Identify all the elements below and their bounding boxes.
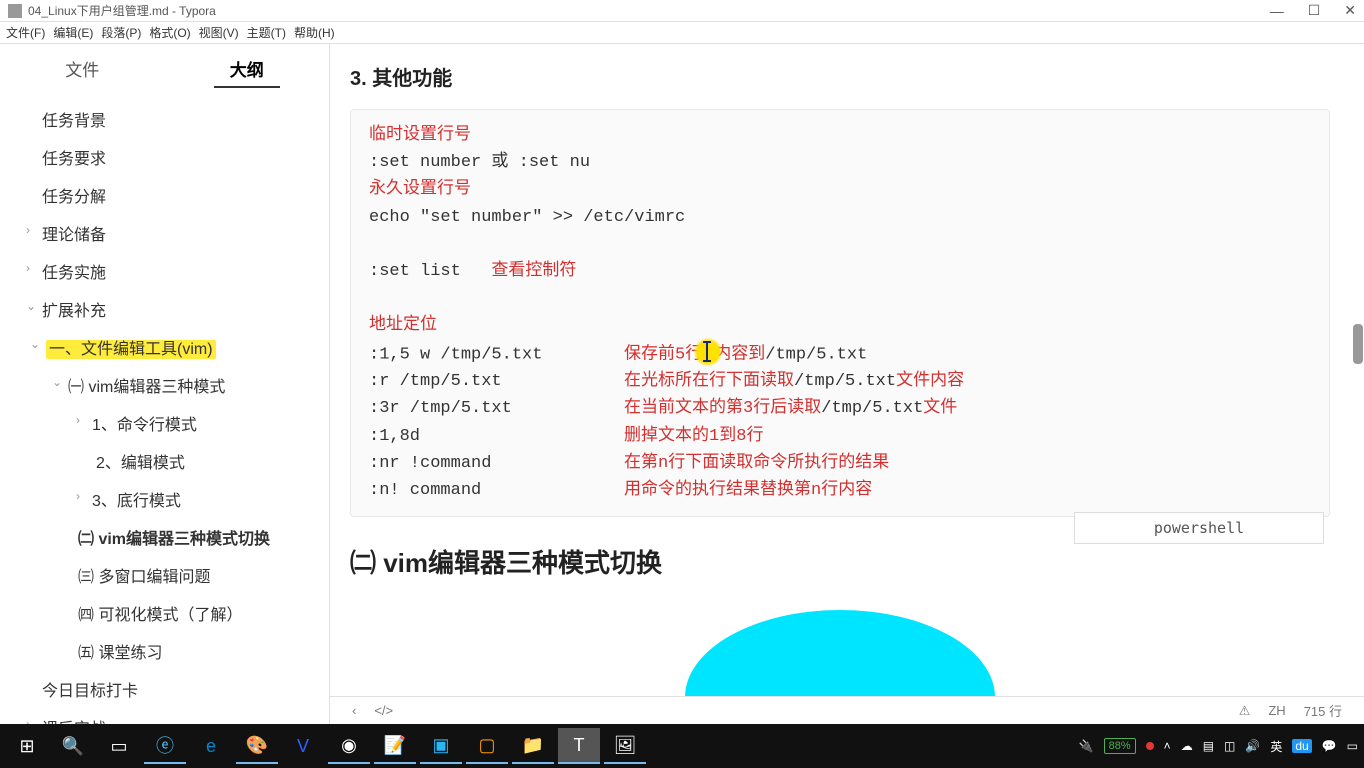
outline-item[interactable]: ㈡ vim编辑器三种模式切换 <box>0 518 329 556</box>
battery-indicator[interactable]: 88% <box>1104 738 1136 754</box>
task-view-icon[interactable]: ▭ <box>98 728 140 764</box>
status-bar: ‹ </> ⚠ ZH 715 行 <box>330 696 1364 724</box>
outline-item[interactable]: ›1、命令行模式 <box>0 404 329 442</box>
search-icon[interactable]: 🔍 <box>52 728 94 764</box>
app-icon-chrome[interactable]: ◉ <box>328 728 370 764</box>
outline-item[interactable]: ›理论储备 <box>0 214 329 252</box>
text-cursor-icon <box>694 338 722 366</box>
volume-icon[interactable]: 🔊 <box>1245 739 1260 753</box>
menu-edit[interactable]: 编辑(E) <box>53 24 93 41</box>
outline-item[interactable]: ㈣ 可视化模式（了解） <box>0 594 329 632</box>
chevron-right-icon: › <box>76 413 80 427</box>
app-icon-visio[interactable]: V <box>282 728 324 764</box>
app-icon-explorer[interactable]: 📁 <box>512 728 554 764</box>
menubar: 文件(F) 编辑(E) 段落(P) 格式(O) 视图(V) 主题(T) 帮助(H… <box>0 22 1364 44</box>
start-button[interactable]: ⊞ <box>6 728 48 764</box>
titlebar: 04_Linux下用户组管理.md - Typora — ☐ ✕ <box>0 0 1364 22</box>
chevron-down-icon: ⌄ <box>30 337 40 351</box>
outline-item[interactable]: 任务分解 <box>0 176 329 214</box>
sidebar: 文件 大纲 任务背景 任务要求 任务分解 ›理论储备 ›任务实施 ⌄扩展补充 ⌄… <box>0 44 330 724</box>
scrollbar-thumb[interactable] <box>1353 324 1363 364</box>
notification-dot-icon <box>1146 742 1154 750</box>
heading-2: ㈡ vim编辑器三种模式切换 <box>350 543 1330 580</box>
menu-theme[interactable]: 主题(T) <box>247 24 286 41</box>
chat-icon[interactable]: 💬 <box>1322 739 1337 753</box>
outline-item[interactable]: 今日目标打卡 <box>0 670 329 708</box>
back-button[interactable]: ‹ <box>352 703 356 718</box>
code-block[interactable]: 临时设置行号 :set number 或 :set nu 永久设置行号 echo… <box>350 109 1330 517</box>
menu-help[interactable]: 帮助(H) <box>294 24 335 41</box>
sidebar-tabs: 文件 大纲 <box>0 44 329 92</box>
tab-outline[interactable]: 大纲 <box>165 44 330 92</box>
outline-item[interactable]: 任务要求 <box>0 138 329 176</box>
outline-item[interactable]: ㈤ 课堂练习 <box>0 632 329 670</box>
outline-item[interactable]: 2、编辑模式 <box>0 442 329 480</box>
tab-file[interactable]: 文件 <box>0 44 165 92</box>
maximize-button[interactable]: ☐ <box>1308 2 1321 19</box>
app-icon-vm[interactable]: ▢ <box>466 728 508 764</box>
close-button[interactable]: ✕ <box>1344 2 1356 19</box>
windows-taskbar: ⊞ 🔍 ▭ ⓔ e 🎨 V ◉ 📝 ▣ ▢ 📁 T 🖼 🔌 88% ˄ ☁ ▤ … <box>0 724 1364 768</box>
outline-item[interactable]: ⌄㈠ vim编辑器三种模式 <box>0 366 329 404</box>
app-icon <box>8 4 22 18</box>
minimize-button[interactable]: — <box>1270 3 1284 19</box>
outline-item[interactable]: ›课后实战 <box>0 708 329 724</box>
outline-item[interactable]: 任务背景 <box>0 100 329 138</box>
tray-chevron-icon[interactable]: ˄ <box>1164 739 1171 753</box>
chevron-right-icon: › <box>26 261 30 275</box>
tray-icon[interactable]: ▤ <box>1203 739 1214 753</box>
action-center-icon[interactable]: ▭ <box>1347 739 1358 753</box>
warning-icon[interactable]: ⚠ <box>1239 703 1251 719</box>
app-icon-screenshot[interactable]: 🖼 <box>604 728 646 764</box>
chevron-down-icon: ⌄ <box>52 375 62 389</box>
network-icon[interactable]: ◫ <box>1224 739 1235 753</box>
code-lang-input[interactable]: powershell <box>1074 512 1324 544</box>
outline-item[interactable]: ㈢ 多窗口编辑问题 <box>0 556 329 594</box>
app-icon-paint[interactable]: 🎨 <box>236 728 278 764</box>
source-code-icon[interactable]: </> <box>374 703 393 718</box>
chevron-right-icon: › <box>26 717 30 724</box>
outline-item[interactable]: ›任务实施 <box>0 252 329 290</box>
diagram-arc <box>685 610 995 700</box>
line-count: 715 行 <box>1304 701 1342 720</box>
outline-item[interactable]: ›3、底行模式 <box>0 480 329 518</box>
chevron-right-icon: › <box>26 223 30 237</box>
app-icon-terminal[interactable]: ▣ <box>420 728 462 764</box>
menu-format[interactable]: 格式(O) <box>149 24 190 41</box>
menu-file[interactable]: 文件(F) <box>6 24 45 41</box>
power-icon[interactable]: 🔌 <box>1079 739 1094 753</box>
menu-paragraph[interactable]: 段落(P) <box>101 24 141 41</box>
heading-3: 3. 其他功能 <box>350 62 1330 91</box>
window-title: 04_Linux下用户组管理.md - Typora <box>28 2 1270 19</box>
outline-item[interactable]: ⌄一、文件编辑工具(vim) <box>0 328 329 366</box>
app-icon-browser[interactable]: ⓔ <box>144 728 186 764</box>
app-icon-edge[interactable]: e <box>190 728 232 764</box>
lang-indicator: ZH <box>1268 703 1285 718</box>
onedrive-icon[interactable]: ☁ <box>1181 739 1193 753</box>
main-area: 文件 大纲 任务背景 任务要求 任务分解 ›理论储备 ›任务实施 ⌄扩展补充 ⌄… <box>0 44 1364 724</box>
outline-tree: 任务背景 任务要求 任务分解 ›理论储备 ›任务实施 ⌄扩展补充 ⌄一、文件编辑… <box>0 92 329 724</box>
chevron-right-icon: › <box>76 489 80 503</box>
ime-indicator[interactable]: 英 <box>1270 738 1282 755</box>
outline-item[interactable]: ⌄扩展补充 <box>0 290 329 328</box>
system-tray: 🔌 88% ˄ ☁ ▤ ◫ 🔊 英 du 💬 ▭ <box>1079 738 1358 755</box>
app-icon-typora[interactable]: T <box>558 728 600 764</box>
chevron-down-icon: ⌄ <box>26 299 36 313</box>
app-icon-notepad[interactable]: 📝 <box>374 728 416 764</box>
editor-area[interactable]: 3. 其他功能 临时设置行号 :set number 或 :set nu 永久设… <box>330 44 1364 724</box>
menu-view[interactable]: 视图(V) <box>199 24 239 41</box>
ime-icon[interactable]: du <box>1292 739 1311 753</box>
